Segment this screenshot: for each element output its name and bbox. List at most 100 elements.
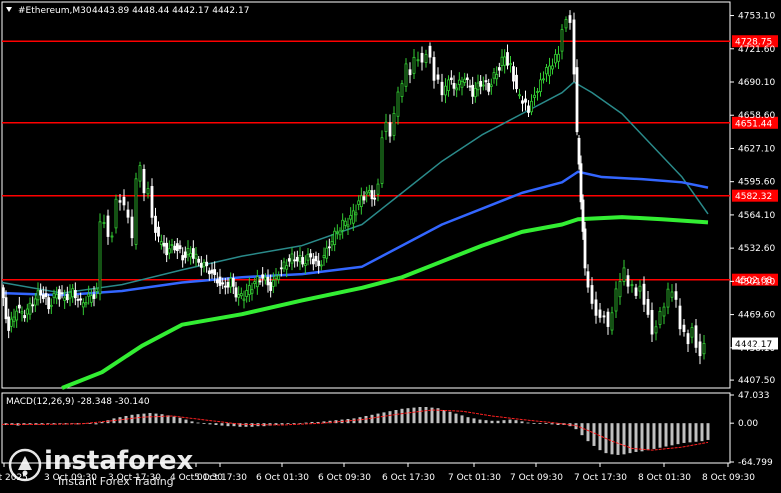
price-axis-label: 4501.10: [738, 277, 775, 287]
macd-histogram-bar: [706, 423, 710, 440]
candle-body: [536, 91, 539, 93]
price-level-label: 4582.32: [735, 192, 772, 202]
candle-body: [428, 45, 432, 58]
candle-body: [650, 310, 654, 335]
candle-body: [327, 246, 331, 249]
candle-body: [49, 304, 53, 307]
candle-body: [506, 52, 509, 66]
macd-histogram-bar: [652, 423, 656, 449]
candle-body: [370, 190, 374, 200]
candle-body: [341, 219, 345, 231]
macd-histogram-bar: [208, 423, 212, 425]
macd-histogram-bar: [646, 423, 650, 451]
candle-body: [586, 271, 590, 288]
candle-body: [31, 304, 35, 307]
candle-body: [408, 69, 412, 76]
candle-body: [503, 56, 507, 66]
macd-histogram-bar: [196, 422, 200, 424]
candle-body: [468, 85, 472, 88]
candle-body: [253, 281, 257, 284]
candle-body: [557, 53, 560, 62]
candle-body: [594, 299, 598, 316]
candle-body: [226, 282, 230, 288]
instaforex-logo-icon: [8, 448, 42, 482]
macd-histogram-bar: [658, 423, 662, 448]
candle-body: [255, 276, 259, 288]
candle-body: [159, 241, 163, 245]
candle-body: [489, 84, 493, 87]
candle-body: [539, 79, 542, 93]
candle-body: [436, 74, 440, 80]
candle-body: [598, 309, 602, 318]
candle-body: [167, 248, 171, 254]
candle-body: [89, 295, 93, 303]
candle-body: [351, 210, 355, 224]
candle-body: [666, 288, 670, 308]
candle-body: [314, 255, 318, 262]
candle-body: [146, 188, 150, 195]
time-axis-label: 7 Oct 17:30: [574, 473, 627, 483]
macd-histogram-bar: [550, 423, 554, 425]
macd-histogram-bar: [520, 421, 524, 424]
candle-body: [396, 91, 400, 117]
candle-body: [333, 230, 337, 245]
macd-histogram-bar: [466, 417, 470, 424]
candle-body: [533, 94, 536, 98]
candle-body: [581, 199, 585, 232]
macd-histogram-bar: [496, 420, 500, 424]
candle-body: [207, 270, 211, 275]
candle-body: [154, 215, 157, 233]
candle-body: [343, 220, 347, 226]
macd-histogram-bar: [580, 423, 584, 436]
candle-body: [554, 54, 557, 64]
candle-body: [481, 84, 485, 87]
macd-histogram-bar: [478, 419, 482, 424]
time-axis-label: 7 Oct 01:30: [448, 473, 501, 483]
macd-histogram-bar: [670, 423, 674, 446]
candle-body: [20, 311, 24, 314]
candle-body: [165, 242, 169, 256]
candle-body: [63, 297, 67, 301]
macd-histogram-bar: [406, 408, 410, 424]
candle-body: [122, 196, 126, 206]
macd-histogram-bar: [472, 418, 476, 424]
candle-body: [388, 122, 392, 137]
macd-histogram-bar: [202, 423, 206, 424]
candle-body: [245, 290, 249, 297]
candle-body: [479, 81, 483, 87]
candle-body: [76, 298, 80, 301]
candle-body: [36, 290, 40, 301]
candle-body: [210, 269, 214, 274]
price-axis-label: 4407.50: [738, 376, 775, 386]
macd-histogram-bar: [532, 423, 536, 424]
macd-histogram-bar: [634, 423, 638, 452]
candle-body: [92, 294, 96, 299]
candle-body: [702, 343, 706, 355]
candle-body: [126, 209, 130, 218]
candle-body: [530, 100, 533, 113]
candle-body: [349, 215, 353, 220]
candle-body: [138, 165, 142, 182]
candle-body: [542, 78, 545, 81]
macd-histogram-bar: [280, 423, 284, 425]
candle-body: [39, 290, 43, 296]
macd-histogram-bar: [94, 423, 98, 425]
candle-body: [330, 241, 334, 246]
macd-histogram-bar: [622, 423, 626, 455]
candle-body: [95, 288, 99, 292]
candle-body: [634, 287, 638, 296]
candle-body: [447, 79, 450, 92]
candle-body: [694, 325, 698, 348]
candle-body: [247, 285, 251, 295]
macd-histogram-bar: [214, 423, 218, 425]
candle-body: [642, 283, 646, 305]
candle-body: [65, 294, 69, 301]
macd-histogram-bar: [292, 423, 296, 424]
candle-body: [521, 100, 524, 104]
candle-body: [102, 222, 106, 224]
candle-body: [271, 279, 275, 287]
candle-body: [173, 245, 177, 251]
candle-body: [282, 261, 286, 269]
candle-body: [579, 163, 583, 203]
candle-body: [662, 306, 666, 317]
